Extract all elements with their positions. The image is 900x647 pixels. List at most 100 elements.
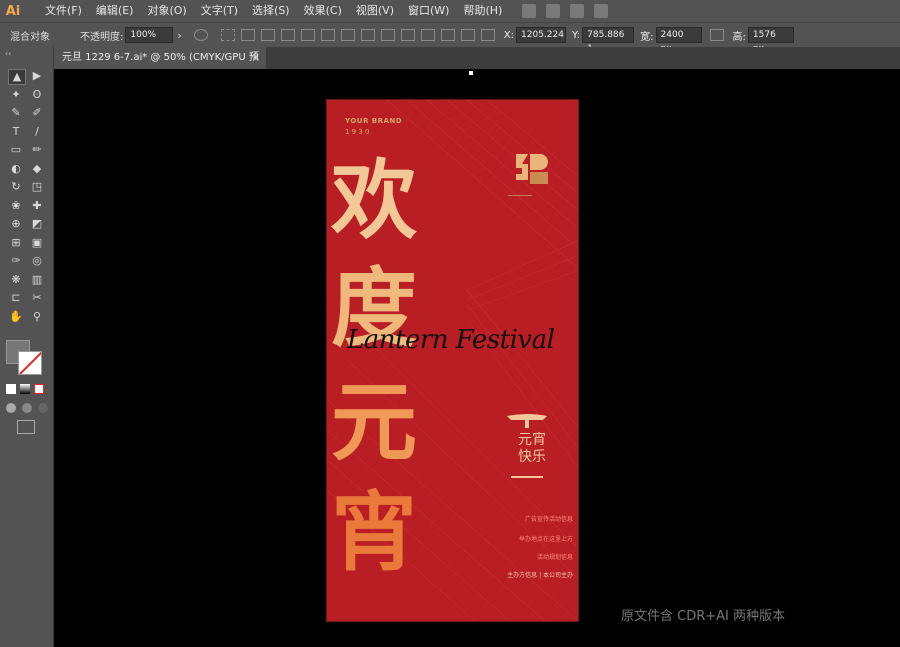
menu-object[interactable]: 对象(O) — [140, 0, 193, 22]
magic-wand-tool-icon[interactable]: ✦ — [8, 88, 24, 102]
rocket-icon[interactable] — [594, 4, 609, 18]
screen-mode-icon[interactable] — [17, 420, 35, 434]
align-right-icon[interactable] — [280, 29, 295, 41]
workspace-icon[interactable] — [570, 4, 585, 18]
opacity-label: 不透明度: — [80, 31, 124, 43]
perspective-tool-icon[interactable]: ◩ — [29, 217, 45, 231]
pen-tool-icon[interactable]: ✎ — [8, 106, 24, 120]
scale-tool-icon[interactable]: ◳ — [29, 180, 45, 194]
puppet-warp-tool-icon[interactable]: ✚ — [29, 199, 45, 213]
document-tab-bar: 元旦 1229 6-7.ai* @ 50% (CMYK/GPU 预览) × — [54, 47, 900, 85]
distribute-bottom-icon[interactable] — [400, 29, 415, 41]
menu-help[interactable]: 帮助(H) — [456, 0, 509, 22]
mesh-tool-icon[interactable]: ⊞ — [8, 236, 24, 250]
hand-tool-icon[interactable]: ✋ — [8, 310, 24, 324]
stroke-swatch-icon[interactable] — [18, 351, 42, 375]
blend-tool-icon[interactable]: ◎ — [29, 254, 45, 268]
info-line-3: 活动规划信息 — [536, 554, 573, 561]
info-line-1: 广告宣传活动信息 — [524, 516, 573, 523]
align-to-icon[interactable] — [220, 29, 235, 41]
brand-logo-icon — [516, 154, 548, 184]
opacity-input[interactable]: 100% — [125, 27, 174, 43]
bridge-icon[interactable] — [522, 4, 537, 18]
align-middle-icon[interactable] — [320, 29, 335, 41]
year-text: 1 9 3 0 — [345, 128, 370, 136]
color-mode-icon[interactable] — [6, 384, 16, 394]
menu-type[interactable]: 文字(T) — [194, 0, 245, 22]
paintbrush-tool-icon[interactable]: ✏ — [29, 143, 45, 157]
align-top-icon[interactable] — [300, 29, 315, 41]
artboard[interactable]: YOUR BRAND 1 9 3 0 ━━━━━━━━━━ 欢 度 元 宵 La… — [326, 99, 579, 622]
title-char-3: 元 — [331, 372, 417, 473]
artboard-tool-icon[interactable]: ⊏ — [8, 291, 24, 305]
app-logo: Ai — [5, 3, 21, 19]
lasso-tool-icon[interactable]: ʘ — [29, 88, 45, 102]
height-input[interactable]: 1576 px — [747, 27, 794, 54]
menu-edit[interactable]: 编辑(E) — [89, 0, 141, 22]
badge-line-1: 元宵 — [518, 432, 546, 448]
brand-logo-subtitle: ━━━━━━━━━━ — [508, 193, 533, 198]
gradient-mode-icon[interactable] — [20, 384, 30, 394]
menu-view[interactable]: 视图(V) — [349, 0, 401, 22]
brand-text: YOUR BRAND — [345, 117, 403, 125]
height-label: 高: — [732, 31, 746, 43]
distribute-top-icon[interactable] — [360, 29, 375, 41]
type-tool-icon[interactable]: T — [8, 125, 24, 139]
curvature-tool-icon[interactable]: ✐ — [29, 106, 45, 120]
title-char-1: 欢 — [331, 150, 417, 251]
none-mode-icon[interactable] — [34, 384, 44, 394]
x-label: X: — [503, 29, 515, 41]
y-input[interactable]: 785.886 1 — [582, 27, 635, 54]
menu-effect[interactable]: 效果(C) — [297, 0, 349, 22]
eraser-tool-icon[interactable]: ◆ — [29, 162, 45, 176]
align-center-icon[interactable] — [260, 29, 275, 41]
draw-normal-icon[interactable] — [6, 403, 16, 413]
symbol-sprayer-tool-icon[interactable]: ❋ — [8, 273, 24, 287]
graph-tool-icon[interactable]: ▥ — [29, 273, 45, 287]
rotate-tool-icon[interactable]: ↻ — [8, 180, 24, 194]
shape-builder-tool-icon[interactable]: ⊕ — [8, 217, 24, 231]
link-icon[interactable] — [709, 29, 724, 41]
width-label: 宽: — [640, 31, 654, 43]
control-bar: 混合对象 不透明度: 100% › X: 1205.224 Y: 785.886… — [0, 22, 900, 54]
stock-icon[interactable] — [546, 4, 561, 18]
gradient-tool-icon[interactable]: ▣ — [29, 236, 45, 250]
chevron-right-icon[interactable]: › — [177, 29, 181, 42]
shaper-tool-icon[interactable]: ◐ — [8, 162, 24, 176]
tools-panel: ‹‹ ▲ ▶ ✦ ʘ ✎ ✐ T / ▭ ✏ ◐ ◆ ↻ ◳ ❀ ✚ ⊕ ◩ ⊞ ▣ ✑ ◎ ❋ ▥ ⊏ ✂ ✋ ⚲ — [0, 47, 54, 647]
distribute-right-icon[interactable] — [460, 29, 475, 41]
recolor-icon[interactable] — [193, 29, 208, 41]
distribute-center-icon[interactable] — [440, 29, 455, 41]
close-icon[interactable]: × — [252, 47, 260, 69]
badge-text: 元宵 快乐 — [514, 432, 550, 466]
title-char-4: 宵 — [331, 482, 417, 583]
collapse-icon[interactable]: ‹‹ — [5, 49, 11, 58]
draw-behind-icon[interactable] — [22, 403, 32, 413]
selection-handle[interactable] — [469, 71, 473, 75]
menu-bar: Ai 文件(F) 编辑(E) 对象(O) 文字(T) 选择(S) 效果(C) 视… — [0, 0, 900, 22]
x-input[interactable]: 1205.224 — [516, 27, 567, 43]
distribute-left-icon[interactable] — [420, 29, 435, 41]
menu-file[interactable]: 文件(F) — [38, 0, 89, 22]
document-tab[interactable]: 元旦 1229 6-7.ai* @ 50% (CMYK/GPU 预览) × — [54, 47, 266, 85]
menu-select[interactable]: 选择(S) — [245, 0, 297, 22]
line-tool-icon[interactable]: / — [29, 125, 45, 139]
reference-point-icon[interactable] — [480, 29, 495, 41]
width-input[interactable]: 2400 px — [655, 27, 702, 54]
menu-window[interactable]: 窗口(W) — [401, 0, 456, 22]
zoom-tool-icon[interactable]: ⚲ — [29, 310, 45, 324]
watermark-text: 原文件含 CDR+AI 两种版本 — [621, 609, 786, 624]
info-line-4: 主办方信息 | 本公司主办 — [507, 572, 573, 579]
eyedropper-tool-icon[interactable]: ✑ — [8, 254, 24, 268]
rectangle-tool-icon[interactable]: ▭ — [8, 143, 24, 157]
distribute-middle-icon[interactable] — [380, 29, 395, 41]
align-left-icon[interactable] — [240, 29, 255, 41]
y-label: Y: — [572, 29, 581, 41]
align-bottom-icon[interactable] — [340, 29, 355, 41]
selection-tool-icon[interactable]: ▲ — [8, 69, 26, 85]
draw-inside-icon[interactable] — [38, 403, 48, 413]
slice-tool-icon[interactable]: ✂ — [29, 291, 45, 305]
direct-selection-tool-icon[interactable]: ▶ — [29, 69, 45, 83]
info-line-2: 举办地点在这里上方 — [518, 536, 573, 543]
warp-tool-icon[interactable]: ❀ — [8, 199, 24, 213]
